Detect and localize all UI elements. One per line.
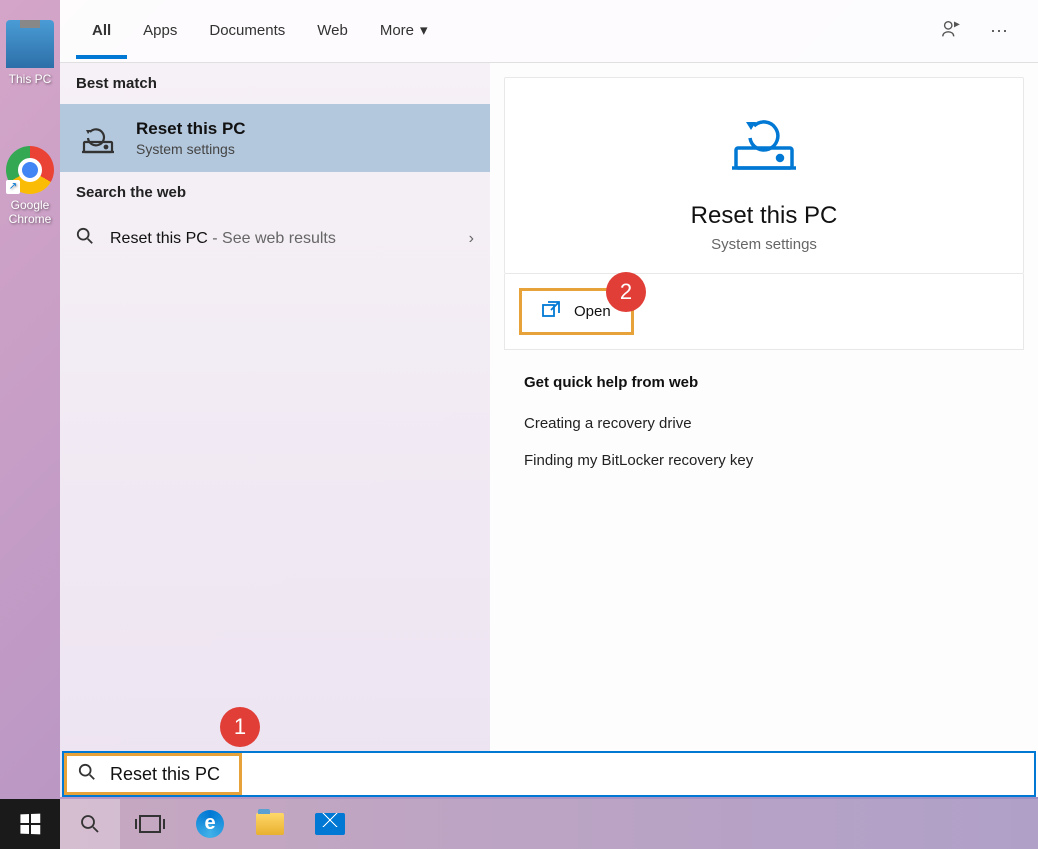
task-view-button[interactable] bbox=[120, 799, 180, 849]
web-result-text: Reset this PC - See web results bbox=[110, 230, 453, 248]
folder-icon bbox=[256, 813, 284, 835]
taskbar-mail[interactable] bbox=[300, 799, 360, 849]
taskbar-search-button[interactable] bbox=[60, 799, 120, 849]
results-list: Best match Reset this PC System settings bbox=[60, 63, 490, 797]
best-match-header: Best match bbox=[60, 63, 490, 104]
action-bar: Open bbox=[504, 274, 1024, 350]
quick-link-recovery-drive[interactable]: Creating a recovery drive bbox=[524, 405, 1004, 442]
chevron-down-icon: ▾ bbox=[420, 21, 428, 39]
quick-help-header: Get quick help from web bbox=[524, 374, 1004, 391]
desktop-icon-this-pc[interactable]: This PC bbox=[0, 20, 60, 86]
desktop-icon-label: Google Chrome bbox=[0, 198, 60, 226]
annotation-badge-1: 1 bbox=[220, 707, 260, 747]
result-title: Reset this PC bbox=[136, 119, 246, 139]
open-label: Open bbox=[574, 303, 611, 320]
taskbar bbox=[0, 799, 1038, 849]
web-result-query: Reset this PC bbox=[110, 230, 208, 247]
tab-apps[interactable]: Apps bbox=[127, 4, 193, 59]
taskbar-edge[interactable] bbox=[180, 799, 240, 849]
search-icon bbox=[78, 763, 96, 786]
pc-icon bbox=[6, 20, 54, 68]
task-view-icon bbox=[139, 815, 161, 833]
tab-documents[interactable]: Documents bbox=[193, 4, 301, 59]
tab-more-label: More bbox=[380, 22, 414, 39]
result-subtitle: System settings bbox=[136, 141, 246, 157]
mail-icon bbox=[315, 813, 345, 835]
windows-logo-icon bbox=[20, 814, 40, 835]
search-results-panel: All Apps Documents Web More ▾ ⋯ Best mat… bbox=[60, 0, 1038, 797]
search-box[interactable] bbox=[62, 751, 1036, 797]
tab-more[interactable]: More ▾ bbox=[364, 3, 444, 59]
quick-link-bitlocker[interactable]: Finding my BitLocker recovery key bbox=[524, 442, 1004, 479]
search-input[interactable] bbox=[110, 764, 1034, 785]
tab-all[interactable]: All bbox=[76, 4, 127, 59]
reset-large-icon bbox=[724, 108, 804, 178]
result-reset-this-pc[interactable]: Reset this PC System settings bbox=[60, 104, 490, 172]
web-result-item[interactable]: Reset this PC - See web results › bbox=[60, 213, 490, 264]
edge-icon bbox=[196, 810, 224, 838]
search-tabs: All Apps Documents Web More ▾ ⋯ bbox=[60, 0, 1038, 63]
feedback-icon[interactable] bbox=[926, 10, 976, 53]
search-web-header: Search the web bbox=[60, 172, 490, 213]
more-options-icon[interactable]: ⋯ bbox=[976, 13, 1022, 50]
annotation-badge-2: 2 bbox=[606, 272, 646, 312]
detail-pane: Reset this PC System settings Open Get q… bbox=[490, 63, 1038, 797]
quick-help-section: Get quick help from web Creating a recov… bbox=[504, 350, 1024, 503]
open-external-icon bbox=[542, 301, 560, 322]
search-icon bbox=[76, 227, 94, 250]
detail-title: Reset this PC bbox=[525, 202, 1003, 230]
desktop-icon-label: This PC bbox=[0, 72, 60, 86]
reset-icon bbox=[76, 116, 120, 160]
web-result-suffix: - See web results bbox=[208, 230, 336, 247]
detail-subtitle: System settings bbox=[525, 236, 1003, 253]
shortcut-arrow-icon: ↗ bbox=[6, 180, 20, 194]
taskbar-file-explorer[interactable] bbox=[240, 799, 300, 849]
chevron-right-icon: › bbox=[469, 230, 474, 248]
tab-web[interactable]: Web bbox=[301, 4, 364, 59]
start-button[interactable] bbox=[0, 799, 60, 849]
desktop-icon-chrome[interactable]: ↗ Google Chrome bbox=[0, 146, 60, 226]
chrome-icon: ↗ bbox=[6, 146, 54, 194]
detail-card: Reset this PC System settings bbox=[504, 77, 1024, 274]
